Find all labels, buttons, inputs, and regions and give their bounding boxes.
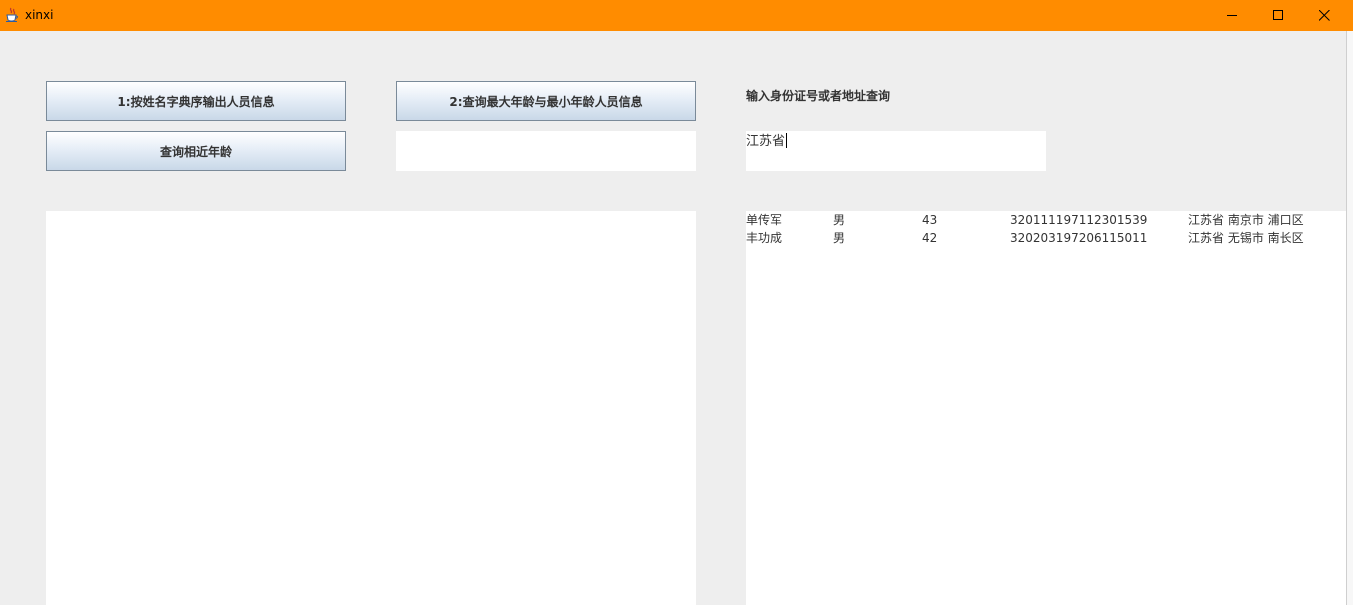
window-right-edge xyxy=(1346,31,1353,605)
result-row: 丰功成 男 42 320203197206115011 江苏省 无锡市 南长区 xyxy=(746,229,1346,247)
result-age: 42 xyxy=(922,231,938,245)
maximize-icon xyxy=(1272,6,1284,25)
search-input[interactable]: 江苏省 xyxy=(746,131,1046,171)
sort-by-name-button[interactable]: 1:按姓名字典序输出人员信息 xyxy=(46,81,346,121)
search-results-area[interactable]: 单传军 男 43 320111197112301539 江苏省 南京市 浦口区 … xyxy=(746,211,1346,605)
result-age: 43 xyxy=(922,213,938,227)
result-gender: 男 xyxy=(833,213,846,227)
title-bar[interactable]: xinxi xyxy=(0,0,1353,31)
result-row: 单传军 男 43 320111197112301539 江苏省 南京市 浦口区 xyxy=(746,211,1346,229)
minimize-button[interactable] xyxy=(1209,0,1255,31)
search-label: 输入身份证号或者地址查询 xyxy=(746,89,891,103)
text-caret xyxy=(786,133,788,148)
search-input-value: 江苏省 xyxy=(746,133,788,149)
app-window: xinxi 1:按姓名字典序输出人员信息 2:查询最大年龄与最小年龄人员信息 查… xyxy=(0,0,1353,605)
maximize-button[interactable] xyxy=(1255,0,1301,31)
similar-age-button[interactable]: 查询相近年龄 xyxy=(46,131,346,171)
result-id: 320111197112301539 xyxy=(1010,213,1148,227)
result-gender: 男 xyxy=(833,231,846,245)
left-output-area[interactable] xyxy=(46,211,696,605)
result-name: 单传军 xyxy=(746,213,783,227)
result-name: 丰功成 xyxy=(746,231,783,245)
window-title: xinxi xyxy=(25,8,54,22)
result-id: 320203197206115011 xyxy=(1010,231,1148,245)
age-input[interactable] xyxy=(396,131,696,171)
close-icon xyxy=(1318,6,1330,25)
max-min-age-button[interactable]: 2:查询最大年龄与最小年龄人员信息 xyxy=(396,81,696,121)
java-cup-icon xyxy=(5,7,19,23)
result-address: 江苏省 无锡市 南长区 xyxy=(1188,231,1304,245)
close-button[interactable] xyxy=(1301,0,1347,31)
result-address: 江苏省 南京市 浦口区 xyxy=(1188,213,1304,227)
minimize-icon xyxy=(1226,6,1238,25)
